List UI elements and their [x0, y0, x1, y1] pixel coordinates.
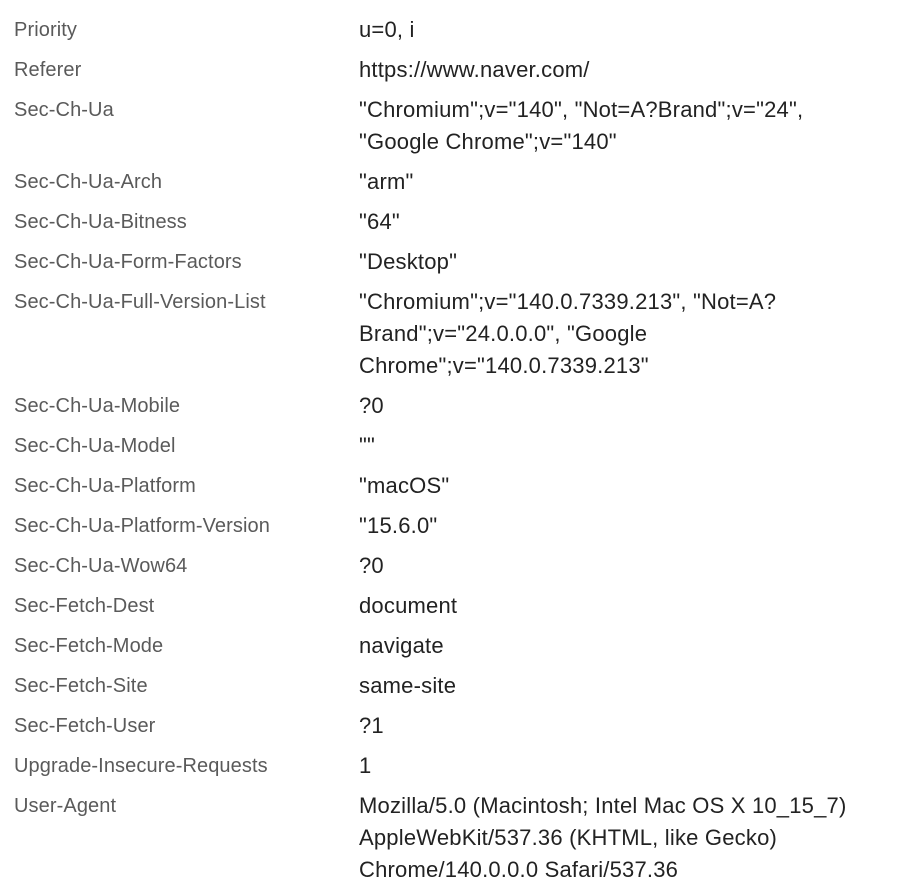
header-row: Sec-Ch-Ua-Wow64 ?0: [0, 550, 922, 590]
header-row: Sec-Ch-Ua-Platform-Version "15.6.0": [0, 510, 922, 550]
header-value[interactable]: "64": [344, 206, 922, 238]
header-name: Sec-Ch-Ua-Model: [14, 435, 176, 457]
header-name: Sec-Ch-Ua-Bitness: [14, 211, 187, 233]
header-name: User-Agent: [14, 795, 117, 817]
header-value[interactable]: ?0: [344, 390, 922, 422]
header-value[interactable]: document: [344, 590, 922, 622]
header-value[interactable]: u=0, i: [344, 14, 922, 46]
header-row: Referer https://www.naver.com/: [0, 54, 922, 94]
header-value[interactable]: ?0: [344, 550, 922, 582]
header-name: Sec-Fetch-User: [14, 715, 156, 737]
header-value[interactable]: "": [344, 430, 922, 462]
header-name: Sec-Ch-Ua-Wow64: [14, 555, 188, 577]
header-row: Sec-Ch-Ua-Model "": [0, 430, 922, 470]
header-row: Sec-Ch-Ua-Platform "macOS": [0, 470, 922, 510]
header-name: Upgrade-Insecure-Requests: [14, 755, 268, 777]
request-headers-table: Priority u=0, i Referer https://www.nave…: [0, 14, 922, 894]
header-row: Sec-Ch-Ua-Mobile ?0: [0, 390, 922, 430]
header-name: Sec-Fetch-Site: [14, 675, 148, 697]
header-row: Sec-Fetch-Mode navigate: [0, 630, 922, 670]
header-row: Upgrade-Insecure-Requests 1: [0, 750, 922, 790]
header-name: Sec-Ch-Ua-Mobile: [14, 395, 181, 417]
header-value[interactable]: "Chromium";v="140", "Not=A?Brand";v="24"…: [344, 94, 922, 158]
header-value[interactable]: Mozilla/5.0 (Macintosh; Intel Mac OS X 1…: [344, 790, 922, 886]
header-row: Sec-Fetch-Dest document: [0, 590, 922, 630]
header-name: Sec-Ch-Ua-Platform-Version: [14, 515, 271, 537]
header-name: Sec-Ch-Ua-Full-Version-List: [14, 291, 266, 313]
header-name: Sec-Fetch-Dest: [14, 595, 155, 617]
header-row: Priority u=0, i: [0, 14, 922, 54]
header-value[interactable]: navigate: [344, 630, 922, 662]
header-name: Sec-Ch-Ua: [14, 99, 114, 121]
header-name: Sec-Ch-Ua-Form-Factors: [14, 251, 242, 273]
header-value[interactable]: "Chromium";v="140.0.7339.213", "Not=A?Br…: [344, 286, 922, 382]
header-name: Priority: [14, 19, 78, 41]
header-row: User-Agent Mozilla/5.0 (Macintosh; Intel…: [0, 790, 922, 894]
header-value[interactable]: "arm": [344, 166, 922, 198]
header-name: Sec-Fetch-Mode: [14, 635, 164, 657]
header-value[interactable]: "Desktop": [344, 246, 922, 278]
header-value[interactable]: "macOS": [344, 470, 922, 502]
header-row: Sec-Ch-Ua "Chromium";v="140", "Not=A?Bra…: [0, 94, 922, 166]
header-value[interactable]: https://www.naver.com/: [344, 54, 922, 86]
header-value[interactable]: same-site: [344, 670, 922, 702]
header-row: Sec-Fetch-Site same-site: [0, 670, 922, 710]
header-row: Sec-Fetch-User ?1: [0, 710, 922, 750]
header-value[interactable]: ?1: [344, 710, 922, 742]
header-row: Sec-Ch-Ua-Full-Version-List "Chromium";v…: [0, 286, 922, 390]
header-value[interactable]: 1: [344, 750, 922, 782]
header-row: Sec-Ch-Ua-Bitness "64": [0, 206, 922, 246]
header-row: Sec-Ch-Ua-Arch "arm": [0, 166, 922, 206]
header-name: Sec-Ch-Ua-Platform: [14, 475, 196, 497]
header-name: Sec-Ch-Ua-Arch: [14, 171, 163, 193]
header-row: Sec-Ch-Ua-Form-Factors "Desktop": [0, 246, 922, 286]
header-name: Referer: [14, 59, 82, 81]
header-value[interactable]: "15.6.0": [344, 510, 922, 542]
